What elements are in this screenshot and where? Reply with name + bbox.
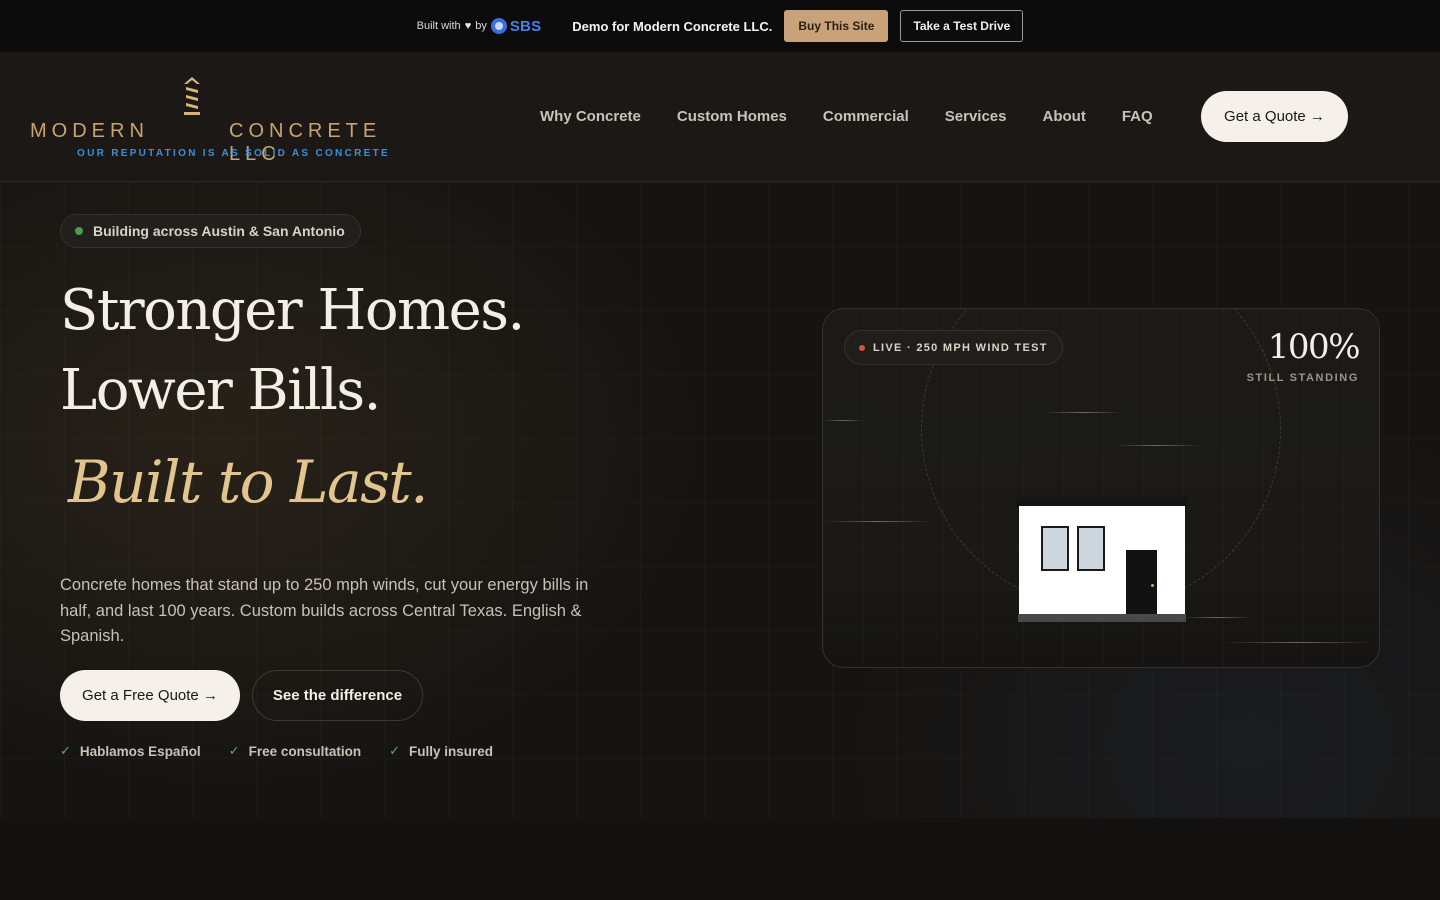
location-pill-label: Building across Austin & San Antonio [93,223,345,239]
demo-label: Demo for Modern Concrete LLC. [572,18,773,34]
nav-about[interactable]: About [1043,108,1086,125]
test-drive-button[interactable]: Take a Test Drive [900,10,1024,42]
check-label: Hablamos Español [79,743,201,759]
buy-site-button[interactable]: Buy This Site [784,10,889,42]
standing-stat-label: STILL STANDING [1246,372,1359,384]
by-label: by [475,20,487,32]
house-window [1077,526,1105,571]
wind-streak [1043,412,1123,413]
sbs-logo-icon [490,18,507,34]
status-dot-icon [75,227,83,235]
logo-word-right: CONCRETE LLC [229,120,382,165]
see-difference-button[interactable]: See the difference [252,670,423,721]
wind-streak [1113,445,1203,446]
nav-faq[interactable]: FAQ [1122,108,1153,125]
checkmark-icon: ✓ [60,743,71,758]
main-nav: Why Concrete Custom Homes Commercial Ser… [540,108,1189,125]
logo-drill-icon [184,77,200,115]
checkmark-icon: ✓ [389,743,401,758]
house-foundation [1018,614,1186,622]
built-with[interactable]: Built with ♥ by SBS [417,18,542,35]
nav-why-concrete[interactable]: Why Concrete [540,108,641,125]
wind-streak [823,521,933,522]
demo-bar: Built with ♥ by SBS Demo for Modern Conc… [0,0,1440,52]
logo-word-left: MODERN [30,120,149,142]
wind-test-card: LIVE · 250 MPH WIND TEST 100% STILL STAN… [822,308,1380,668]
checkmark-icon: ✓ [228,743,240,758]
get-quote-button[interactable]: Get a Quote → [1201,91,1348,142]
trust-checks: ✓ Hablamos Español ✓ Free consultation ✓… [60,743,521,759]
nav-custom-homes[interactable]: Custom Homes [677,108,787,125]
live-test-pill: LIVE · 250 MPH WIND TEST [844,330,1063,365]
heart-icon: ♥ [464,20,472,32]
check-label: Free consultation [248,743,362,759]
nav-services[interactable]: Services [945,108,1007,125]
location-pill: Building across Austin & San Antonio [60,214,361,248]
sbs-brand[interactable]: SBS [490,17,542,35]
logo-tagline: OUR REPUTATION IS AS SOLID AS CONCRETE [77,148,390,159]
built-with-label: Built with [416,20,461,32]
concrete-house-illustration [1016,497,1188,623]
wind-streak [1183,617,1253,618]
check-item: ✓ Free consultation [229,743,361,759]
headline-line-2: Lower Bills. [60,358,381,423]
sbs-brand-name: SBS [509,17,542,35]
check-label: Fully insured [409,743,494,759]
standing-stat-value: 100% [1267,327,1361,367]
next-section [0,818,1440,900]
house-door [1126,550,1157,614]
nav-commercial[interactable]: Commercial [823,108,909,125]
hero-section: Building across Austin & San Antonio Str… [0,182,1440,818]
hero-description: Concrete homes that stand up to 250 mph … [60,576,589,645]
site-logo[interactable]: MODERN CONCRETE LLC OUR REPUTATION IS AS… [30,76,430,166]
wind-streak [823,420,863,421]
live-dot-icon [859,344,865,351]
free-quote-button[interactable]: Get a Free Quote → [60,670,240,721]
live-test-label: LIVE · 250 MPH WIND TEST [873,341,1048,354]
wind-streak [1223,642,1373,643]
headline-line-3: Built to Last. [68,448,429,516]
house-wall [1019,506,1185,614]
house-window [1041,526,1069,571]
door-knob [1151,584,1154,587]
site-header: MODERN CONCRETE LLC OUR REPUTATION IS AS… [0,52,1440,182]
check-item: ✓ Hablamos Español [60,743,201,759]
check-item: ✓ Fully insured [389,743,493,759]
headline-line-1: Stronger Homes. [60,278,525,343]
